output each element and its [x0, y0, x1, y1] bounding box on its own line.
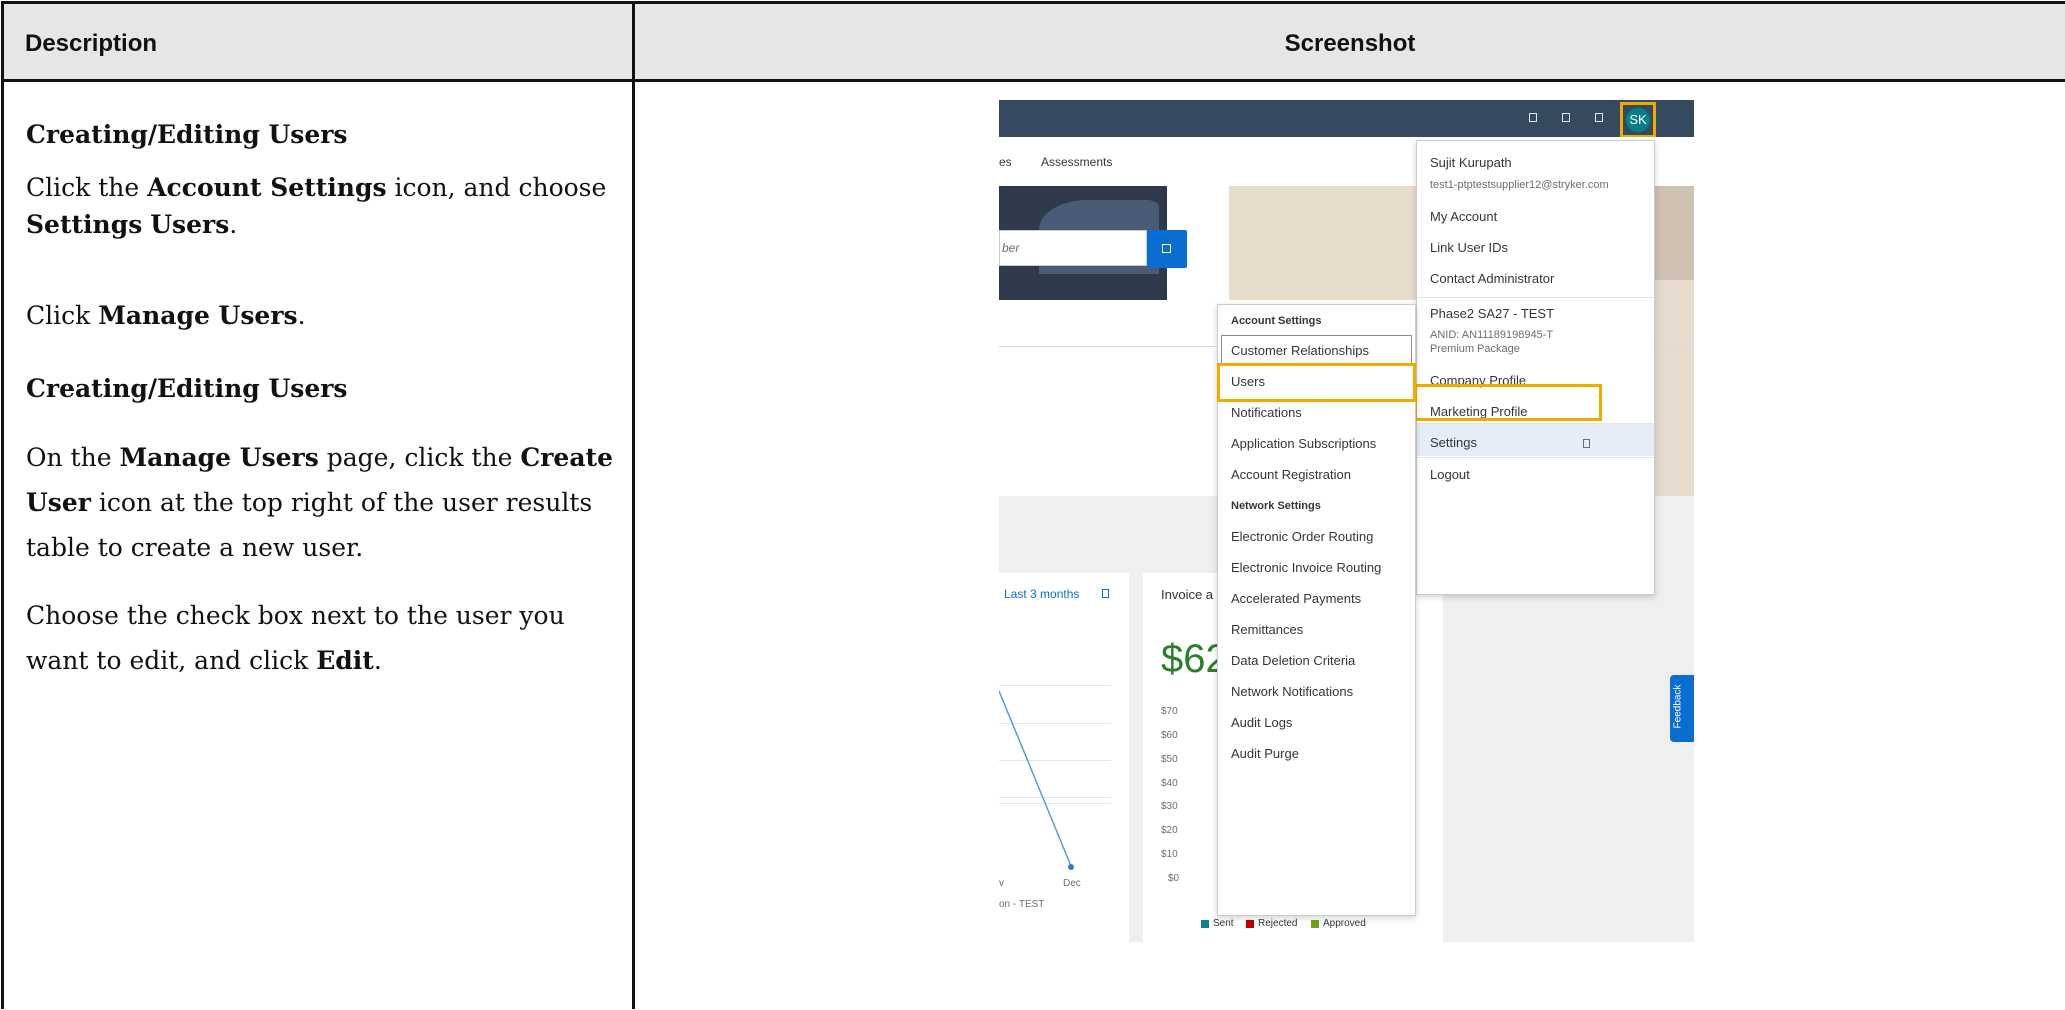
menu-item-audit-purge[interactable]: Audit Purge: [1231, 746, 1299, 761]
y-tick: $20: [1161, 825, 1178, 836]
org-anid: ANID: AN11189198945-T: [1430, 329, 1554, 341]
help-icon[interactable]: [1562, 113, 1570, 122]
y-tick: $60: [1161, 730, 1178, 741]
app-screenshot: SK es Assessments ber Last 3 months v De…: [999, 100, 1694, 942]
legend-sent: Sent: [1213, 918, 1234, 929]
y-tick: $0: [1168, 873, 1180, 884]
search-button[interactable]: [1147, 230, 1187, 268]
search-input[interactable]: ber: [999, 230, 1147, 266]
menu-item-notifications[interactable]: Notifications: [1231, 405, 1302, 420]
header-description: Description: [25, 30, 158, 57]
chevron-right-icon: [1583, 439, 1590, 448]
menu-item-data-deletion-criteria[interactable]: Data Deletion Criteria: [1231, 653, 1355, 668]
step-edit-user: Choose the check box next to the user yo…: [26, 601, 565, 675]
menu-item-contact-administrator[interactable]: Contact Administrator: [1430, 271, 1554, 286]
users-highlight: [1217, 363, 1416, 402]
feedback-tab[interactable]: Feedback: [1670, 675, 1694, 742]
step-create-user: On the Manage Users page, click the Crea…: [26, 443, 613, 562]
org-name: Phase2 SA27 - TEST: [1430, 306, 1555, 321]
user-email: test1-ptptestsupplier12@stryker.com: [1430, 179, 1609, 191]
y-tick: $70: [1161, 706, 1178, 717]
y-tick: $30: [1161, 801, 1178, 812]
shell-bar: [999, 100, 1694, 137]
notifications-icon[interactable]: [1529, 113, 1537, 122]
feedback-label: Feedback: [1672, 684, 1684, 729]
network-settings-header: Network Settings: [1231, 500, 1321, 512]
org-package: Premium Package: [1430, 343, 1520, 355]
menu-item-logout[interactable]: Logout: [1430, 467, 1470, 482]
menu-item-accelerated-payments[interactable]: Accelerated Payments: [1231, 591, 1361, 606]
menu-separator: [1417, 297, 1654, 298]
legend-approved-swatch: [1311, 920, 1319, 928]
menu-item-electronic-order-routing[interactable]: Electronic Order Routing: [1231, 529, 1373, 544]
step-manage-users: Click Manage Users.: [26, 301, 306, 330]
grid-icon[interactable]: [1595, 113, 1603, 122]
chart-footer-partial: on - TEST: [999, 899, 1045, 910]
menu-separator: [1417, 457, 1654, 458]
user-name: Sujit Kurupath: [1430, 155, 1512, 170]
x-tick-dec: Dec: [1063, 878, 1081, 889]
search-icon: [1162, 244, 1171, 253]
menu-item-customer-relationships[interactable]: Customer Relationships: [1231, 343, 1369, 358]
header-screenshot: Screenshot: [1284, 30, 1416, 57]
table-header-row: Description Screenshot: [4, 4, 2065, 82]
invoice-card-title: Invoice a: [1161, 587, 1214, 602]
menu-item-application-subscriptions[interactable]: Application Subscriptions: [1231, 436, 1376, 451]
menu-item-audit-logs[interactable]: Audit Logs: [1231, 715, 1292, 730]
y-tick: $10: [1161, 849, 1178, 860]
chart-card-left: Last 3 months v Dec on - TEST: [999, 573, 1129, 942]
heading-creating-editing-users: Creating/Editing Users: [26, 120, 348, 149]
legend-approved: Approved: [1323, 918, 1366, 929]
settings-highlight: [1414, 384, 1602, 421]
step-account-settings: Click the Account Settings icon, and cho…: [26, 173, 607, 239]
account-settings-menu: Sujit Kurupath test1-ptptestsupplier12@s…: [1416, 140, 1655, 595]
menu-item-electronic-invoice-routing[interactable]: Electronic Invoice Routing: [1231, 560, 1381, 575]
menu-item-remittances[interactable]: Remittances: [1231, 622, 1303, 637]
avatar-initials: SK: [1626, 108, 1650, 132]
description-cell: Creating/Editing Users Click the Account…: [26, 82, 616, 683]
legend-rejected-swatch: [1246, 920, 1254, 928]
account-settings-header: Account Settings: [1231, 315, 1322, 327]
heading-creating-editing-users-2: Creating/Editing Users: [26, 374, 348, 403]
trend-line: [999, 690, 1072, 867]
x-tick-partial: v: [999, 878, 1004, 889]
menu-item-account-registration[interactable]: Account Registration: [1231, 467, 1351, 482]
menu-item-settings[interactable]: Settings: [1430, 435, 1477, 450]
nav-item-assessments[interactable]: Assessments: [1041, 155, 1112, 169]
trend-point: [1068, 864, 1074, 870]
menu-item-my-account[interactable]: My Account: [1430, 209, 1497, 224]
menu-item-link-user-ids[interactable]: Link User IDs: [1430, 240, 1508, 255]
column-divider: [632, 4, 635, 1009]
y-tick: $40: [1161, 778, 1178, 789]
menu-item-network-notifications[interactable]: Network Notifications: [1231, 684, 1353, 699]
legend-sent-swatch: [1201, 920, 1209, 928]
y-tick: $50: [1161, 754, 1178, 765]
legend-rejected: Rejected: [1258, 918, 1298, 929]
nav-item-partial[interactable]: es: [999, 155, 1012, 169]
account-settings-avatar-button[interactable]: SK: [1620, 102, 1656, 138]
